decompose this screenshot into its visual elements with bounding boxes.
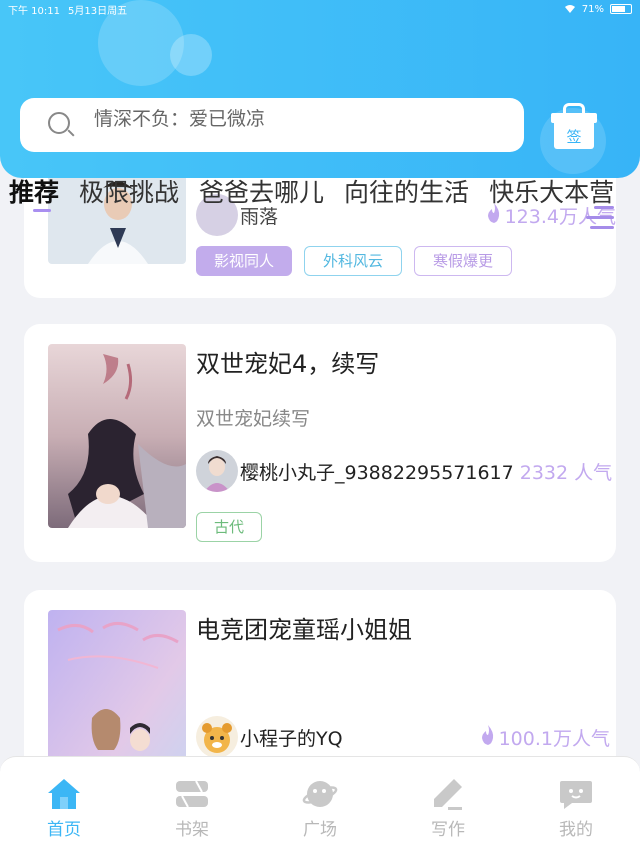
nav-label: 写作 xyxy=(431,820,465,840)
author-avatar[interactable] xyxy=(196,716,238,756)
author-row: 小程子的YQ 100.1万人气 xyxy=(196,716,626,756)
tab-recommend[interactable]: 推荐 xyxy=(9,174,59,212)
nav-bookshelf[interactable]: 书架 xyxy=(128,757,256,853)
search-placeholder: 情深不负：爱已微凉 xyxy=(94,107,266,130)
nav-home[interactable]: 首页 xyxy=(0,757,128,853)
tab-limit-challenge[interactable]: 极限挑战 xyxy=(79,174,179,212)
author-row: 樱桃小丸子_93882295571617 2332 人气 xyxy=(196,450,626,492)
search-bar[interactable]: 情深不负：爱已微凉 xyxy=(20,98,524,152)
nav-write[interactable]: 写作 xyxy=(384,757,512,853)
sign-label: 签 xyxy=(566,127,582,146)
nav-label: 我的 xyxy=(559,820,593,840)
story-card[interactable]: 电竞团宠童瑶小姐姐 小程子的YQ 100.1万人气 xyxy=(24,590,616,756)
nav-square[interactable]: 广场 xyxy=(256,757,384,853)
nav-label: 书架 xyxy=(175,820,209,840)
sign-in-gift-button[interactable]: 签 xyxy=(549,101,599,149)
planet-icon xyxy=(302,781,338,807)
status-time: 下午 10:11 xyxy=(8,5,60,17)
story-tag[interactable]: 寒假爆更 xyxy=(414,246,512,276)
story-feed[interactable]: 雨落 123.4万人气 影视同人 外科风云 寒假爆更 双世宠妃4，续写 双世宠妃… xyxy=(0,178,640,756)
nav-label: 首页 xyxy=(47,820,81,840)
search-icon xyxy=(46,110,76,140)
tab-longing-life[interactable]: 向往的生活 xyxy=(344,174,469,212)
nav-label: 广场 xyxy=(303,820,337,840)
wifi-icon xyxy=(564,5,575,13)
category-tabs: 推荐 极限挑战 爸爸去哪儿 向往的生活 快乐大本营 xyxy=(0,172,640,212)
story-cover-image[interactable] xyxy=(48,610,186,756)
status-date: 5月13日周五 xyxy=(68,5,128,17)
story-tag[interactable]: 影视同人 xyxy=(196,246,292,276)
story-tag[interactable]: 外科风云 xyxy=(304,246,402,276)
story-title[interactable]: 双世宠妃4，续写 xyxy=(196,344,379,379)
home-icon xyxy=(48,779,80,809)
story-tag[interactable]: 古代 xyxy=(196,512,262,542)
author-name[interactable]: 小程子的YQ xyxy=(240,724,343,751)
active-tab-indicator xyxy=(33,209,51,212)
popularity-count: 2332 人气 xyxy=(519,461,613,484)
story-card[interactable]: 双世宠妃4，续写 双世宠妃续写 樱桃小丸子_93882295571617 233… xyxy=(24,324,616,562)
app-header: 下午 10:11 5月13日周五 71% 情深不负：爱已微凉 签 xyxy=(0,0,640,178)
bookshelf-icon xyxy=(176,780,208,808)
status-bar: 下午 10:11 5月13日周五 71% xyxy=(0,0,640,18)
pen-icon xyxy=(434,779,462,810)
author-avatar[interactable] xyxy=(196,450,238,492)
battery-icon xyxy=(610,4,632,14)
fire-icon xyxy=(481,724,493,745)
tab-where-dad-go[interactable]: 爸爸去哪儿 xyxy=(199,174,324,212)
bottom-navigation: 首页 书架 广场 写作 我的 xyxy=(0,756,640,853)
battery-percent: 71% xyxy=(581,3,604,15)
story-cover-image[interactable] xyxy=(48,344,186,528)
story-description: 双世宠妃续写 xyxy=(196,408,311,430)
popularity-count: 100.1万人气 xyxy=(481,724,610,751)
chat-face-icon xyxy=(560,781,592,809)
decor-bubble xyxy=(170,34,212,76)
story-title[interactable]: 电竞团宠童瑶小姐姐 xyxy=(196,610,412,645)
nav-mine[interactable]: 我的 xyxy=(512,757,640,853)
category-menu-icon[interactable] xyxy=(586,204,614,232)
author-name[interactable]: 樱桃小丸子_93882295571617 xyxy=(240,458,514,485)
